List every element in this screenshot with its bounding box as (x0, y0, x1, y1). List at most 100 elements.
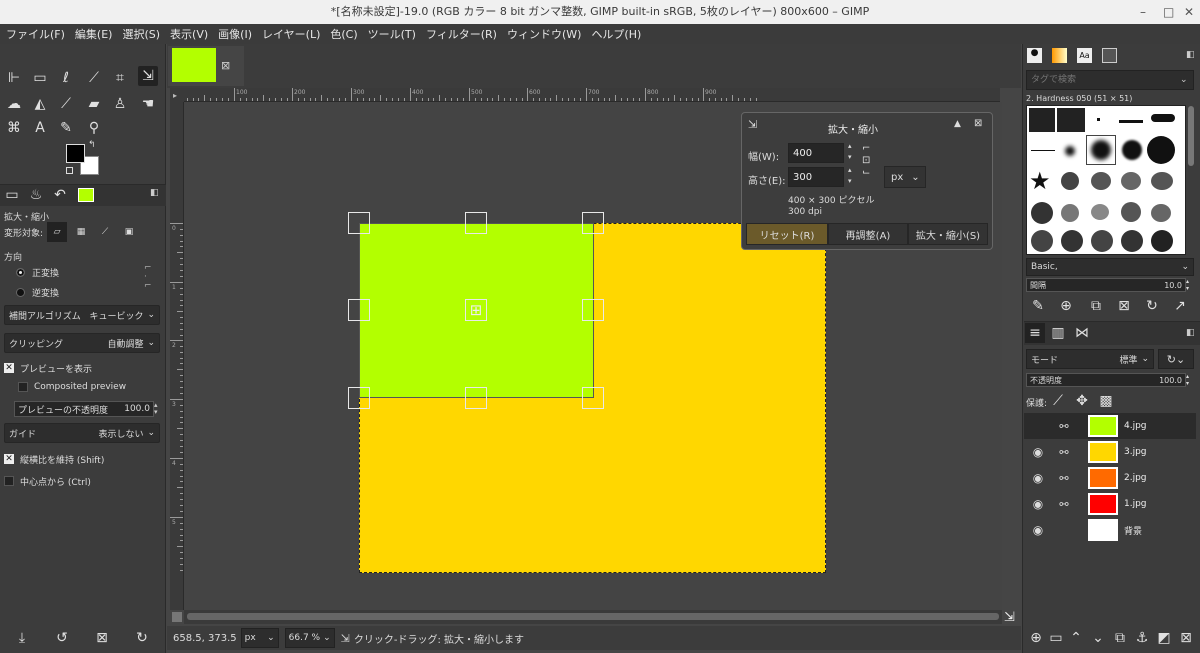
spacing-slider[interactable]: 間隔 10.0 (1026, 278, 1186, 292)
ruler-vertical[interactable]: 0 1 2 3 4 5 (170, 102, 184, 610)
brush-item[interactable] (1031, 150, 1055, 151)
brushes-tab-icon[interactable]: ● (1027, 48, 1042, 63)
lower-layer-icon[interactable]: ⌄ (1088, 628, 1108, 648)
close-icon[interactable]: ✕ (1184, 0, 1194, 24)
transform-path-icon[interactable]: ⟋ (95, 222, 115, 242)
layer-row[interactable]: ◉ ⚯ 1.jpg (1024, 491, 1196, 517)
brush-item[interactable] (1147, 136, 1175, 164)
patterns-tab-icon[interactable] (1052, 48, 1067, 63)
scale-handle-w[interactable] (348, 299, 370, 321)
transform-layer-icon[interactable]: ▱ (47, 222, 68, 242)
composite-mode-icon[interactable]: ↻⌄ (1158, 349, 1194, 369)
eye-icon[interactable]: ◉ (1028, 497, 1048, 511)
menu-file[interactable]: ファイル(F) (6, 26, 65, 42)
brush-tag-search-input[interactable] (1026, 70, 1194, 90)
align-tool-icon[interactable]: ⊩ (4, 68, 24, 88)
menu-view[interactable]: 表示(V) (170, 26, 208, 42)
fonts-tab-icon[interactable]: Aa (1077, 48, 1092, 63)
layers-menu-icon[interactable]: ◧ (1186, 328, 1195, 338)
crop-icon[interactable]: ⌗ (110, 68, 130, 88)
reset-options-icon[interactable]: ↻ (132, 628, 152, 648)
scale-handle-se[interactable] (582, 387, 604, 409)
preview-opacity-slider[interactable]: プレビューの不透明度 100.0 (14, 401, 154, 417)
chain-icon[interactable]: ⚯ (1054, 498, 1074, 511)
keep-aspect-checkbox[interactable]: ✕ 縦横比を維持 (Shift) (4, 449, 104, 469)
brush-item[interactable] (1031, 202, 1053, 224)
reset-direction-icon[interactable]: ⌐ · ⌐ (144, 264, 152, 291)
image-tab-icon[interactable] (78, 188, 94, 202)
brush-item[interactable] (1091, 204, 1109, 220)
scale-tool-icon[interactable]: ⇲ (138, 66, 158, 86)
eye-icon[interactable]: ◉ (1028, 523, 1048, 537)
dialog-close-icon[interactable]: ⊠ (974, 118, 982, 129)
undo-history-tab-icon[interactable]: ↶ (50, 185, 70, 205)
layer-row[interactable]: ◉⚯4.jpg (1024, 413, 1196, 439)
delete-layer-icon[interactable]: ⊠ (1176, 628, 1196, 648)
direction-corrective-radio[interactable]: 逆変換 (16, 282, 59, 302)
layer-opacity-slider[interactable]: 不透明度 100.0 (1026, 373, 1186, 387)
image-thumbnail[interactable] (172, 48, 216, 82)
zoom-tool-icon[interactable]: ⚲ (84, 118, 104, 138)
text-tool-icon[interactable]: A (30, 118, 50, 138)
new-group-icon[interactable]: ▭ (1046, 628, 1066, 648)
layer-row[interactable]: ◉⚯背景 (1024, 517, 1196, 543)
unit-selector[interactable]: px ⌄ (240, 628, 279, 648)
composited-preview-checkbox[interactable]: Composited preview (18, 377, 126, 397)
menu-tools[interactable]: ツール(T) (368, 26, 416, 42)
brush-item[interactable] (1061, 172, 1079, 190)
brush-grid[interactable]: ★ (1026, 105, 1186, 255)
from-center-checkbox[interactable]: 中心点から (Ctrl) (4, 471, 91, 491)
raise-layer-icon[interactable]: ⌃ (1066, 628, 1086, 648)
bucket-fill-icon[interactable]: ◭ (30, 94, 50, 114)
brush-item[interactable] (1121, 230, 1143, 252)
spin-arrows-icon[interactable]: ▴ ▾ (154, 402, 158, 416)
guides-combo[interactable]: ガイド 表示しない ⌄ (4, 423, 160, 443)
brush-tag-combo[interactable]: Basic, ⌄ (1026, 258, 1194, 276)
menu-windows[interactable]: ウィンドウ(W) (507, 26, 581, 42)
device-status-tab-icon[interactable]: ♨ (26, 185, 46, 205)
menu-filters[interactable]: フィルター(R) (426, 26, 497, 42)
scale-handle-nw[interactable] (348, 212, 370, 234)
unit-combo[interactable]: px ⌄ (884, 166, 926, 188)
scale-handle-s[interactable] (465, 387, 487, 409)
layer-row[interactable]: ◉ ⚯ 2.jpg (1024, 465, 1196, 491)
brush-item[interactable] (1121, 172, 1141, 190)
height-input[interactable]: 300 (788, 167, 844, 187)
delete-brush-icon[interactable]: ⊠ (1114, 296, 1134, 316)
channels-tab-icon[interactable]: ▥ (1048, 323, 1068, 343)
free-select-icon[interactable]: ℓ (56, 68, 76, 88)
open-brush-icon[interactable]: ↗ (1170, 296, 1190, 316)
smudge-icon[interactable]: ☚ (138, 94, 158, 114)
brush-item[interactable] (1151, 172, 1173, 190)
eye-icon[interactable]: ◉ (1028, 445, 1048, 459)
brush-item[interactable] (1121, 202, 1141, 222)
paths-tab-icon[interactable]: ⋈ (1072, 323, 1092, 343)
scale-handle-e[interactable] (582, 299, 604, 321)
eye-icon[interactable]: ◉ (1028, 471, 1048, 485)
edit-brush-icon[interactable]: ✎ (1028, 296, 1048, 316)
width-input[interactable]: 400 (788, 143, 844, 163)
new-layer-icon[interactable]: ⊕ (1026, 628, 1046, 648)
brush-item[interactable] (1097, 118, 1100, 121)
maximize-icon[interactable]: □ (1163, 0, 1174, 24)
transform-selection-icon[interactable]: ▦ (71, 222, 91, 242)
refresh-brushes-icon[interactable]: ↻ (1142, 296, 1162, 316)
brush-item[interactable] (1091, 140, 1111, 160)
images-tab-icon[interactable] (1102, 48, 1117, 63)
minimize-icon[interactable]: – (1140, 0, 1146, 24)
eraser-icon[interactable]: ▰ (84, 94, 104, 114)
dock-menu-icon[interactable]: ◧ (1186, 50, 1195, 60)
scale-handle-ne[interactable] (582, 212, 604, 234)
collapse-icon[interactable]: ▲ (954, 119, 961, 129)
interpolation-combo[interactable]: 補間アルゴリズム キュービック ⌄ (4, 305, 160, 325)
paintbrush-icon[interactable]: ⟋ (56, 94, 76, 114)
panel-menu-icon[interactable]: ◧ (150, 188, 159, 198)
zoom-image-toggle-icon[interactable] (172, 612, 182, 622)
quick-mask-menu-icon[interactable]: ▸ (173, 91, 177, 100)
save-options-icon[interactable]: ⤓ (12, 628, 32, 648)
brush-item[interactable] (1091, 172, 1111, 190)
layer-mode-combo[interactable]: モード 標準 ⌄ (1026, 349, 1154, 369)
horizontal-scroll-thumb[interactable] (187, 613, 999, 620)
layer-row[interactable]: ◉ ⚯ 3.jpg (1024, 439, 1196, 465)
width-spin-icon[interactable]: ▴ ▾ (848, 141, 852, 163)
